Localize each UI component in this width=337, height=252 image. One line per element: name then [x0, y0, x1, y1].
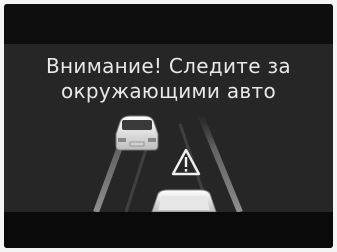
top-bar	[4, 4, 333, 44]
road-scene	[93, 112, 243, 212]
lead-vehicle-icon	[115, 115, 159, 151]
bottom-bar	[4, 212, 333, 248]
cluster-display: Внимание! Следите за окружающими авто	[4, 4, 333, 248]
own-vehicle-icon	[151, 189, 217, 212]
